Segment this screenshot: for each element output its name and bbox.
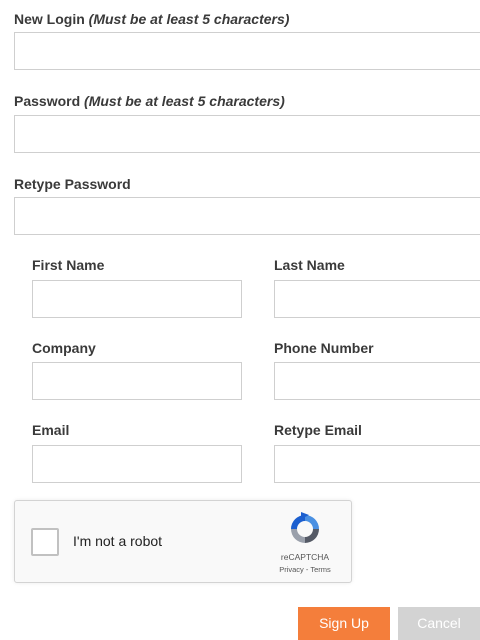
recaptcha-links: Privacy - Terms bbox=[265, 565, 345, 575]
phone-number-label: Phone Number bbox=[274, 340, 374, 356]
email-input[interactable] bbox=[32, 445, 242, 483]
password-label-text: Password bbox=[14, 93, 81, 109]
retype-password-input[interactable] bbox=[14, 197, 480, 235]
password-input[interactable] bbox=[14, 115, 480, 153]
cancel-button[interactable]: Cancel bbox=[398, 607, 480, 640]
first-name-input[interactable] bbox=[32, 280, 242, 318]
recaptcha-terms-link[interactable]: Terms bbox=[310, 565, 330, 574]
recaptcha-brand: reCAPTCHA bbox=[280, 552, 330, 562]
recaptcha-label: I'm not a robot bbox=[73, 533, 163, 549]
new-login-label-text: New Login bbox=[14, 11, 85, 27]
password-label: Password (Must be at least 5 characters) bbox=[14, 92, 285, 110]
recaptcha-widget: I'm not a robot reCAPTCHA Privacy - Term… bbox=[14, 500, 352, 583]
last-name-input[interactable] bbox=[274, 280, 480, 318]
password-hint: (Must be at least 5 characters) bbox=[84, 93, 285, 109]
email-label: Email bbox=[32, 422, 70, 438]
company-label: Company bbox=[32, 340, 96, 356]
new-login-hint: (Must be at least 5 characters) bbox=[88, 11, 290, 27]
phone-number-input[interactable] bbox=[274, 362, 480, 400]
sign-up-button[interactable]: Sign Up bbox=[298, 607, 390, 640]
recaptcha-checkbox[interactable] bbox=[31, 528, 59, 556]
retype-email-input[interactable] bbox=[274, 445, 480, 483]
recaptcha-privacy-link[interactable]: Privacy bbox=[279, 565, 304, 574]
first-name-label: First Name bbox=[32, 257, 105, 273]
recaptcha-logo-icon bbox=[291, 512, 319, 543]
company-input[interactable] bbox=[32, 362, 242, 400]
new-login-input[interactable] bbox=[14, 32, 480, 70]
new-login-label: New Login (Must be at least 5 characters… bbox=[14, 10, 289, 28]
retype-password-label: Retype Password bbox=[14, 176, 131, 192]
last-name-label: Last Name bbox=[274, 257, 345, 273]
retype-email-label: Retype Email bbox=[274, 422, 362, 438]
